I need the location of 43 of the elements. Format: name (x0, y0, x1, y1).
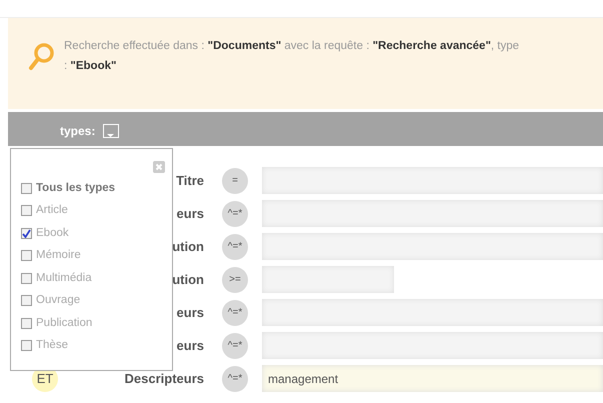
input-field[interactable] (262, 332, 603, 359)
checkbox-label: Article (36, 203, 68, 218)
search-summary: : "Ebook" (64, 59, 118, 74)
input-field[interactable] (262, 299, 603, 326)
checkbox-label: Mémoire (36, 248, 81, 264)
checkbox[interactable] (21, 205, 32, 216)
input-field[interactable] (262, 167, 603, 194)
field-label: Descripteurs (124, 370, 204, 386)
checkbox[interactable] (21, 272, 32, 284)
dropdown-button[interactable] (103, 124, 120, 138)
field-label: Titre (176, 172, 204, 188)
search-icon (28, 42, 56, 72)
types-label: types: (60, 124, 96, 138)
checkbox-label: Thèse (36, 338, 68, 354)
input-field[interactable] (262, 266, 394, 293)
operator-button[interactable]: ^=* (222, 332, 248, 358)
checkbox[interactable] (21, 340, 32, 352)
input-field[interactable] (262, 200, 603, 227)
field-label: ution (172, 272, 204, 286)
checkbox[interactable] (21, 228, 32, 239)
operator-button[interactable]: = (222, 168, 248, 194)
input-field[interactable] (262, 233, 603, 260)
checkbox-label: Ebook (36, 226, 69, 241)
field-label: eurs (176, 338, 204, 352)
checkbox-label: Tous les types (36, 180, 116, 196)
input-field[interactable]: management (262, 365, 603, 392)
field-label: ution (172, 238, 204, 254)
checkbox[interactable] (21, 295, 32, 306)
operator-button[interactable]: ^=* (222, 300, 248, 326)
checkbox-label: Ouvrage (36, 293, 80, 308)
checkbox[interactable] (21, 182, 32, 194)
operator-button[interactable]: ^=* (222, 200, 248, 226)
operator-button[interactable]: ^=* (222, 366, 248, 392)
operator-button[interactable]: >= (222, 266, 248, 292)
checkbox-label: Multimédia (36, 270, 92, 286)
checkbox[interactable] (21, 318, 32, 329)
close-icon[interactable] (153, 161, 165, 173)
search-summary: Recherche effectuée dans : "Documents" avec la requête : "Recherche avancée", type (64, 39, 520, 54)
checkbox-label: Publication (36, 316, 92, 331)
field-label: eurs (176, 304, 204, 320)
checkbox[interactable] (21, 250, 32, 262)
field-label: eurs (176, 206, 204, 220)
operator-button[interactable]: ^=* (222, 234, 248, 260)
